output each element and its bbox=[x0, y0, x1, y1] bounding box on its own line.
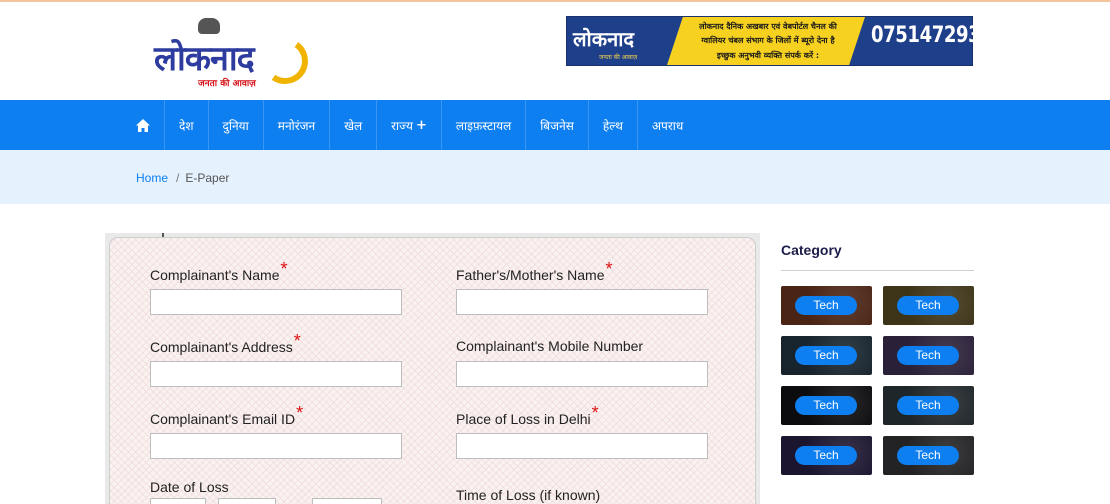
nav-home[interactable] bbox=[124, 100, 165, 150]
logo-tagline: जनता की आवाज़ bbox=[198, 79, 256, 89]
category-tile-label: Tech bbox=[795, 396, 857, 415]
nav-item-lifestyle[interactable]: लाइफ़स्टायल bbox=[442, 100, 527, 150]
date-day-select[interactable] bbox=[150, 498, 206, 504]
nav-label: राज्य bbox=[391, 118, 413, 133]
header-ad-banner[interactable]: लोकनाद जनता की आवाज़ लोकनाद दैनिक अखबार … bbox=[566, 16, 1005, 66]
place-label: Place of Loss in Delhi* bbox=[456, 403, 599, 429]
logo-text: लोकनाद bbox=[154, 39, 255, 79]
nav-label: अपराध bbox=[651, 118, 684, 133]
label-text: Complainant's Name bbox=[150, 267, 280, 283]
banner-line-2: ग्वालियर चंबल संभाग के जिलों में ब्यूरो … bbox=[701, 36, 835, 45]
label-text: Complainant's Email ID bbox=[150, 411, 296, 427]
category-tile[interactable]: Tech bbox=[781, 436, 872, 475]
breadcrumb-bar: Home / E-Paper bbox=[0, 150, 1110, 204]
nav-label: मनोरंजन bbox=[277, 118, 316, 133]
complainant-name-label: Complainant's Name* bbox=[150, 259, 288, 285]
nav-label: हेल्थ bbox=[602, 118, 623, 133]
nav-item-apradh[interactable]: अपराध bbox=[638, 100, 697, 150]
nav-label: दुनिया bbox=[222, 118, 249, 133]
category-tile-label: Tech bbox=[897, 396, 959, 415]
email-input[interactable] bbox=[150, 433, 402, 459]
label-text: Place of Loss in Delhi bbox=[456, 411, 591, 427]
required-mark: * bbox=[293, 331, 301, 351]
banner-logo-tagline: जनता की आवाज़ bbox=[599, 54, 638, 61]
complainant-name-input[interactable] bbox=[150, 289, 402, 315]
banner-line-3: इच्छुक अनुभवी व्यक्ति संपर्क करें : bbox=[716, 51, 820, 60]
category-tile-label: Tech bbox=[795, 446, 857, 465]
nav-item-desh[interactable]: देश bbox=[165, 100, 209, 150]
nav-item-khel[interactable]: खेल bbox=[330, 100, 378, 150]
category-tile[interactable]: Tech bbox=[781, 386, 872, 425]
banner-message: लोकनाद दैनिक अखबार एवं वेबपोर्टल चैनल की… bbox=[667, 17, 865, 65]
label-text: Father's/Mother's Name bbox=[456, 267, 605, 283]
address-input[interactable] bbox=[150, 361, 402, 387]
required-mark: * bbox=[280, 259, 288, 279]
nav-item-health[interactable]: हेल्थ bbox=[589, 100, 638, 150]
parent-name-input[interactable] bbox=[456, 289, 708, 315]
category-tile-label: Tech bbox=[897, 296, 959, 315]
date-label: Date of Loss bbox=[150, 479, 229, 495]
breadcrumb-current: E-Paper bbox=[185, 171, 230, 185]
site-logo[interactable]: लोकनाद जनता की आवाज़ bbox=[150, 16, 312, 89]
microphone-icon bbox=[198, 18, 220, 34]
nav-label: खेल bbox=[344, 118, 363, 133]
breadcrumb-separator: / bbox=[176, 171, 180, 185]
required-mark: * bbox=[605, 259, 613, 279]
breadcrumb: Home / E-Paper bbox=[136, 171, 229, 185]
logo-swoosh bbox=[258, 34, 312, 88]
panel-tick-mark bbox=[162, 233, 164, 237]
breadcrumb-home-link[interactable]: Home bbox=[136, 171, 168, 185]
time-label: Time of Loss (if known) bbox=[456, 487, 601, 503]
site-header: लोकनाद जनता की आवाज़ लोकनाद जनता की आवाज… bbox=[0, 2, 1110, 100]
banner-line-1: लोकनाद दैनिक अखबार एवं वेबपोर्टल चैनल की bbox=[699, 22, 837, 31]
category-tile[interactable]: Tech bbox=[883, 386, 974, 425]
banner-logo: लोकनाद जनता की आवाज़ bbox=[569, 19, 665, 65]
banner-phone: 07514729368 bbox=[871, 23, 1005, 48]
nav-item-business[interactable]: बिजनेस bbox=[526, 100, 589, 150]
plus-icon: + bbox=[415, 117, 427, 133]
category-tile[interactable]: Tech bbox=[883, 436, 974, 475]
category-heading: Category bbox=[781, 242, 842, 258]
mobile-label: Complainant's Mobile Number bbox=[456, 338, 644, 354]
home-icon bbox=[136, 118, 150, 132]
nav-label: बिजनेस bbox=[540, 118, 574, 133]
category-divider bbox=[781, 270, 974, 271]
nav-label: लाइफ़स्टायल bbox=[455, 118, 512, 133]
nav-item-manoranjan[interactable]: मनोरंजन bbox=[264, 100, 331, 150]
category-tile-label: Tech bbox=[795, 296, 857, 315]
category-tile[interactable]: Tech bbox=[883, 286, 974, 325]
banner-logo-text: लोकनाद bbox=[573, 27, 634, 51]
place-input[interactable] bbox=[456, 433, 708, 459]
date-year-select[interactable] bbox=[312, 498, 382, 504]
nav-item-rajya[interactable]: राज्य + bbox=[377, 100, 442, 150]
category-tile-label: Tech bbox=[897, 446, 959, 465]
required-mark: * bbox=[591, 403, 599, 423]
email-label: Complainant's Email ID* bbox=[150, 403, 303, 429]
label-text: Complainant's Address bbox=[150, 339, 293, 355]
mobile-input[interactable] bbox=[456, 361, 708, 387]
category-tile-label: Tech bbox=[795, 346, 857, 365]
nav-item-duniya[interactable]: दुनिया bbox=[209, 100, 264, 150]
category-tile[interactable]: Tech bbox=[781, 336, 872, 375]
required-mark: * bbox=[296, 403, 304, 423]
address-label: Complainant's Address* bbox=[150, 331, 301, 357]
main-nav: देश दुनिया मनोरंजन खेल राज्य + लाइफ़स्टाय… bbox=[0, 100, 1110, 150]
category-tile-label: Tech bbox=[897, 346, 959, 365]
category-tile[interactable]: Tech bbox=[781, 286, 872, 325]
parent-name-label: Father's/Mother's Name* bbox=[456, 259, 613, 285]
nav-label: देश bbox=[179, 118, 194, 133]
date-month-select[interactable] bbox=[218, 498, 276, 504]
category-tile[interactable]: Tech bbox=[883, 336, 974, 375]
